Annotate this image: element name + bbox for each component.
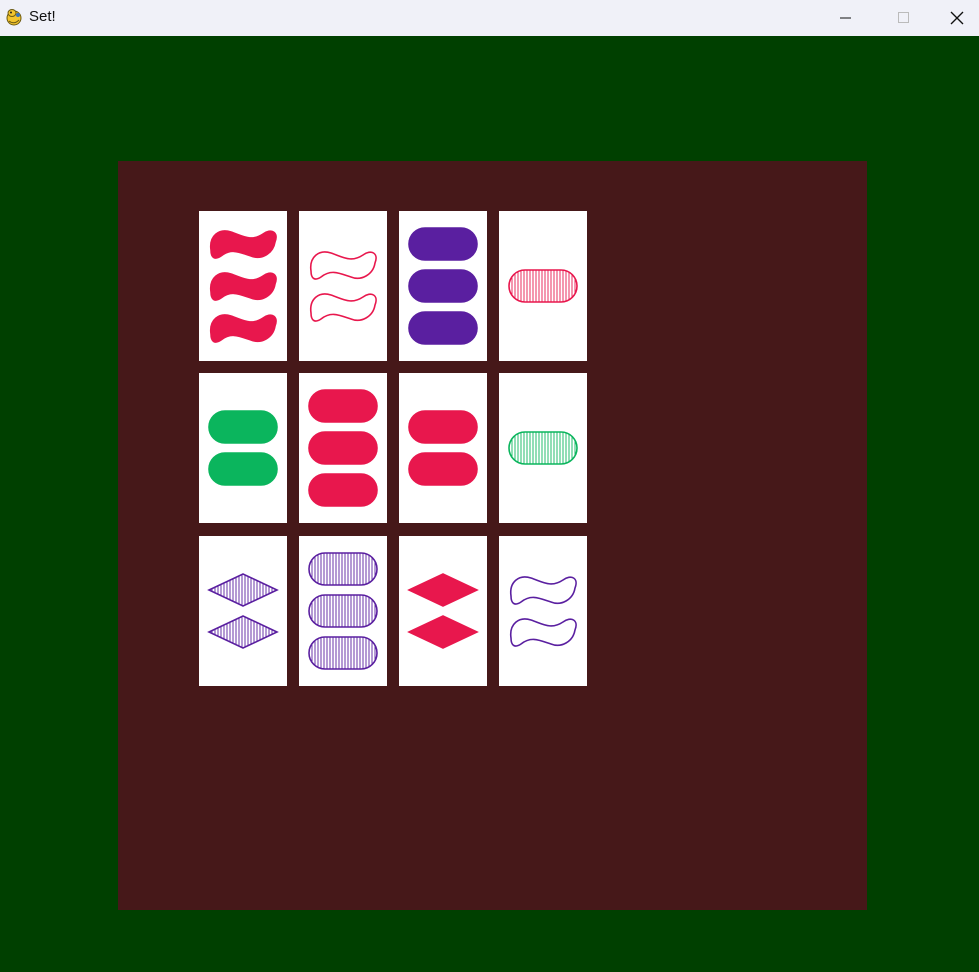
card-face	[508, 269, 578, 303]
close-icon	[950, 11, 963, 25]
set-card[interactable]	[399, 536, 487, 686]
set-card[interactable]	[399, 211, 487, 361]
oval-symbol	[408, 311, 478, 345]
minimize-icon	[840, 17, 851, 19]
set-card[interactable]	[199, 373, 287, 523]
card-face	[508, 431, 578, 465]
oval-symbol	[308, 431, 378, 465]
set-card[interactable]	[399, 373, 487, 523]
set-card[interactable]	[299, 211, 387, 361]
card-face	[308, 389, 378, 507]
card-face	[209, 230, 277, 343]
title-bar: Set!	[0, 0, 979, 36]
game-board	[118, 161, 867, 910]
squiggle-symbol	[509, 576, 577, 605]
set-card[interactable]	[199, 536, 287, 686]
maximize-icon	[898, 12, 909, 23]
oval-symbol	[508, 269, 578, 303]
card-face	[408, 410, 478, 486]
card-face	[208, 410, 278, 486]
oval-symbol	[208, 410, 278, 444]
card-face	[407, 573, 479, 649]
card-face	[207, 573, 279, 649]
set-card[interactable]	[199, 211, 287, 361]
squiggle-symbol	[209, 314, 277, 343]
set-card[interactable]	[499, 536, 587, 686]
minimize-button[interactable]	[817, 0, 875, 36]
set-card[interactable]	[499, 211, 587, 361]
diamond-symbol	[407, 615, 479, 649]
oval-symbol	[308, 473, 378, 507]
card-face	[408, 227, 478, 345]
window-title: Set!	[29, 8, 56, 25]
set-card[interactable]	[499, 373, 587, 523]
oval-symbol	[408, 410, 478, 444]
oval-symbol	[508, 431, 578, 465]
oval-symbol	[308, 594, 378, 628]
squiggle-symbol	[209, 272, 277, 301]
diamond-symbol	[207, 615, 279, 649]
maximize-button[interactable]	[875, 0, 933, 36]
squiggle-symbol	[309, 293, 377, 322]
squiggle-symbol	[509, 618, 577, 647]
squiggle-symbol	[309, 251, 377, 280]
oval-symbol	[308, 389, 378, 423]
oval-symbol	[308, 552, 378, 586]
card-face	[509, 576, 577, 647]
python-snake-icon	[4, 7, 24, 27]
card-face	[308, 552, 378, 670]
card-face	[309, 251, 377, 322]
set-card[interactable]	[299, 373, 387, 523]
oval-symbol	[408, 269, 478, 303]
diamond-symbol	[407, 573, 479, 607]
oval-symbol	[208, 452, 278, 486]
close-button[interactable]	[934, 0, 979, 36]
oval-symbol	[308, 636, 378, 670]
set-card[interactable]	[299, 536, 387, 686]
oval-symbol	[408, 452, 478, 486]
oval-symbol	[408, 227, 478, 261]
diamond-symbol	[207, 573, 279, 607]
squiggle-symbol	[209, 230, 277, 259]
